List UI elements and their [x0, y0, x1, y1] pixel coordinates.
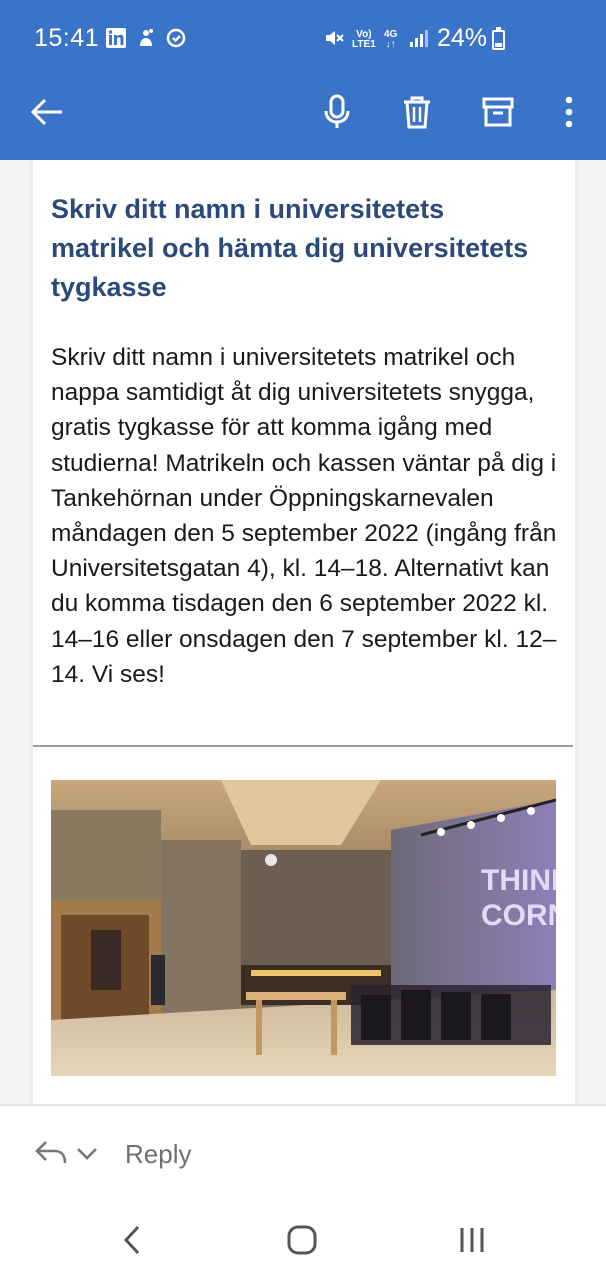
status-time: 15:41	[34, 24, 100, 52]
event-photo: THINK CORNER	[51, 780, 556, 1076]
nav-recents-icon[interactable]	[450, 1218, 494, 1262]
email-body: Skriv ditt namn i universitetets matrike…	[51, 344, 557, 688]
nav-back-icon[interactable]	[110, 1218, 154, 1262]
top-bar: 15:41 Vo) LTE1 4G ↓↑ 24%	[0, 0, 606, 160]
mute-icon	[323, 27, 345, 49]
reply-bar: Reply	[0, 1104, 606, 1200]
chevron-down-icon[interactable]	[76, 1144, 98, 1162]
trash-icon[interactable]	[395, 90, 439, 134]
notification-icon	[135, 27, 157, 49]
volte-indicator: Vo) LTE1	[352, 30, 376, 50]
reply-button[interactable]: Reply	[125, 1139, 191, 1170]
sign-corner: CORNER	[481, 899, 556, 932]
battery-icon	[492, 27, 505, 50]
back-arrow-icon[interactable]	[25, 90, 69, 134]
linkedin-icon	[105, 27, 127, 49]
email-card: Skriv ditt namn i universitetets matrike…	[30, 160, 578, 1104]
microphone-icon[interactable]	[315, 90, 359, 134]
archive-icon[interactable]	[476, 90, 520, 134]
email-content[interactable]: Skriv ditt namn i universitetets matrike…	[0, 160, 606, 1104]
divider	[33, 745, 573, 747]
net-type: 4G ↓↑	[384, 29, 398, 50]
nav-home-icon[interactable]	[280, 1218, 324, 1262]
battery-percent: 24%	[437, 24, 488, 52]
status-bar: 15:41 Vo) LTE1 4G ↓↑ 24%	[0, 0, 606, 78]
nav-bar	[0, 1200, 606, 1280]
reply-icon[interactable]	[34, 1138, 68, 1168]
lte-label: LTE1	[352, 39, 376, 50]
more-vert-icon[interactable]	[547, 90, 591, 134]
sign-think: THINK	[481, 864, 556, 897]
signal-icon	[408, 27, 430, 49]
sync-icon	[165, 27, 187, 49]
email-headline: Skriv ditt namn i universitetets matrike…	[51, 194, 529, 302]
